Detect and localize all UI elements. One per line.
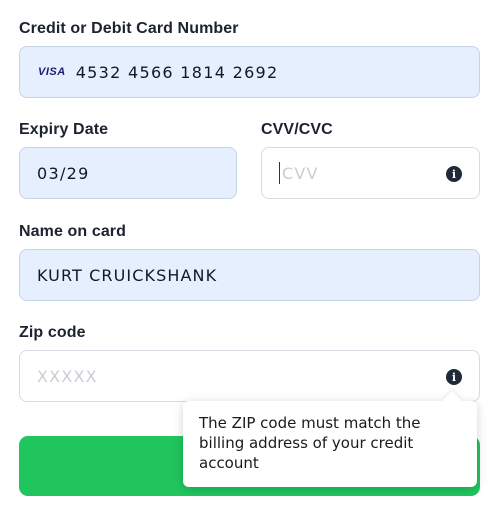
text-cursor — [279, 162, 280, 184]
zip-info-tooltip: The ZIP code must match the billing addr… — [183, 401, 477, 487]
name-input[interactable]: KURT CRUICKSHANK — [19, 249, 480, 301]
cvv-placeholder: CVV — [282, 163, 319, 183]
expiry-input[interactable]: 03/29 — [19, 147, 237, 199]
zip-label: Zip code — [19, 324, 86, 341]
info-icon[interactable]: i — [446, 166, 462, 182]
cvv-input[interactable]: CVV i — [261, 147, 480, 199]
card-number-label: Credit or Debit Card Number — [19, 20, 239, 37]
expiry-value: 03/29 — [37, 163, 90, 183]
expiry-label: Expiry Date — [19, 121, 109, 138]
card-number-value: 4532 4566 1814 2692 — [75, 62, 279, 82]
cvv-label: CVV/CVC — [261, 121, 333, 138]
tooltip-text: The ZIP code must match the billing addr… — [199, 414, 421, 472]
name-label: Name on card — [19, 223, 127, 240]
info-icon[interactable]: i — [446, 369, 462, 385]
zip-placeholder: XXXXX — [37, 366, 98, 386]
card-number-input[interactable]: VISA 4532 4566 1814 2692 — [19, 46, 480, 98]
zip-input[interactable]: XXXXX i — [19, 350, 480, 402]
visa-icon: VISA — [38, 66, 66, 78]
name-value: KURT CRUICKSHANK — [37, 265, 218, 285]
